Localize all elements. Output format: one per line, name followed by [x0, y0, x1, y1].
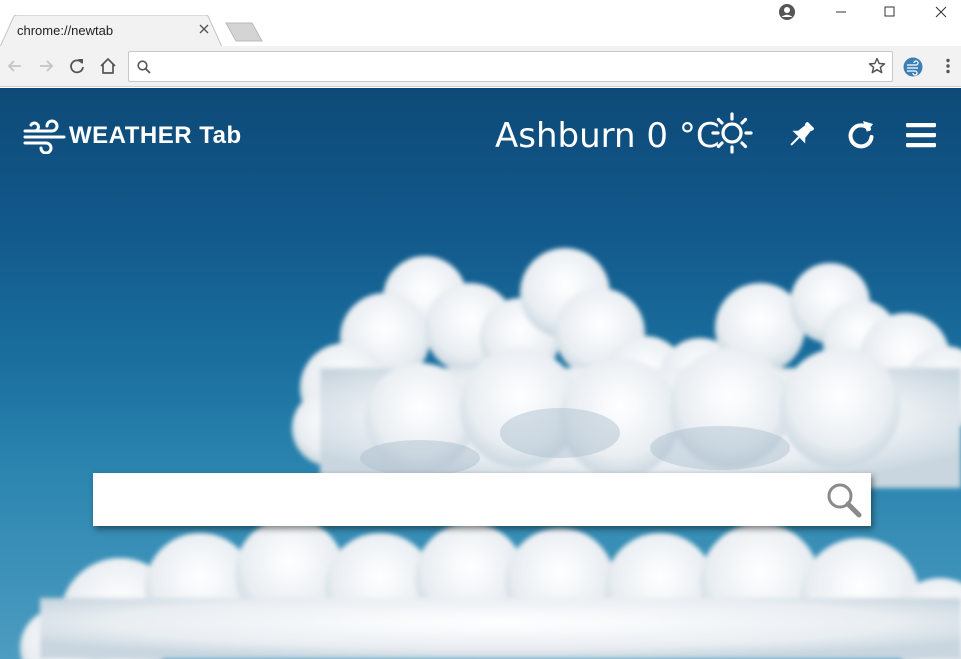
weather-tab-logo[interactable]: WEATHER Tab — [22, 118, 242, 154]
new-tab-page: WEATHER Tab Ashburn 0 °C — [0, 88, 961, 659]
account-icon[interactable] — [778, 3, 796, 21]
temperature: 0 °C — [646, 116, 720, 156]
new-tab-button[interactable] — [224, 22, 264, 42]
address-bar[interactable] — [128, 51, 893, 82]
web-search-bar — [93, 473, 871, 526]
pin-icon[interactable] — [784, 118, 818, 152]
bookmark-star-icon[interactable] — [867, 56, 887, 76]
close-tab-icon[interactable] — [196, 21, 212, 37]
close-window-button[interactable] — [916, 0, 961, 26]
forward-arrow-icon[interactable] — [35, 55, 57, 77]
wind-logo-icon — [23, 119, 66, 154]
home-icon[interactable] — [97, 55, 119, 77]
tab-title: chrome://newtab — [17, 23, 114, 38]
address-input[interactable] — [159, 56, 859, 77]
logo-text: WEATHER Tab — [69, 122, 242, 150]
browser-menu-icon[interactable] — [938, 56, 958, 76]
city-name: Ashburn — [495, 116, 636, 156]
logo-text-bold: WEATHER — [69, 122, 193, 149]
cloud-background-image — [20, 248, 961, 659]
back-arrow-icon[interactable] — [4, 55, 26, 77]
weather-extension-icon[interactable] — [903, 57, 923, 77]
minimize-button[interactable] — [818, 0, 864, 26]
hamburger-menu-icon[interactable] — [905, 120, 937, 150]
logo-text-rest: Tab — [192, 122, 242, 149]
maximize-button[interactable] — [866, 0, 912, 26]
reload-icon[interactable] — [66, 55, 88, 77]
refresh-icon[interactable] — [844, 118, 878, 152]
search-icon[interactable] — [825, 481, 863, 519]
sun-icon[interactable] — [711, 112, 753, 154]
search-icon — [137, 60, 151, 74]
search-input[interactable] — [107, 483, 817, 516]
weather-readout[interactable]: Ashburn 0 °C — [495, 116, 720, 156]
